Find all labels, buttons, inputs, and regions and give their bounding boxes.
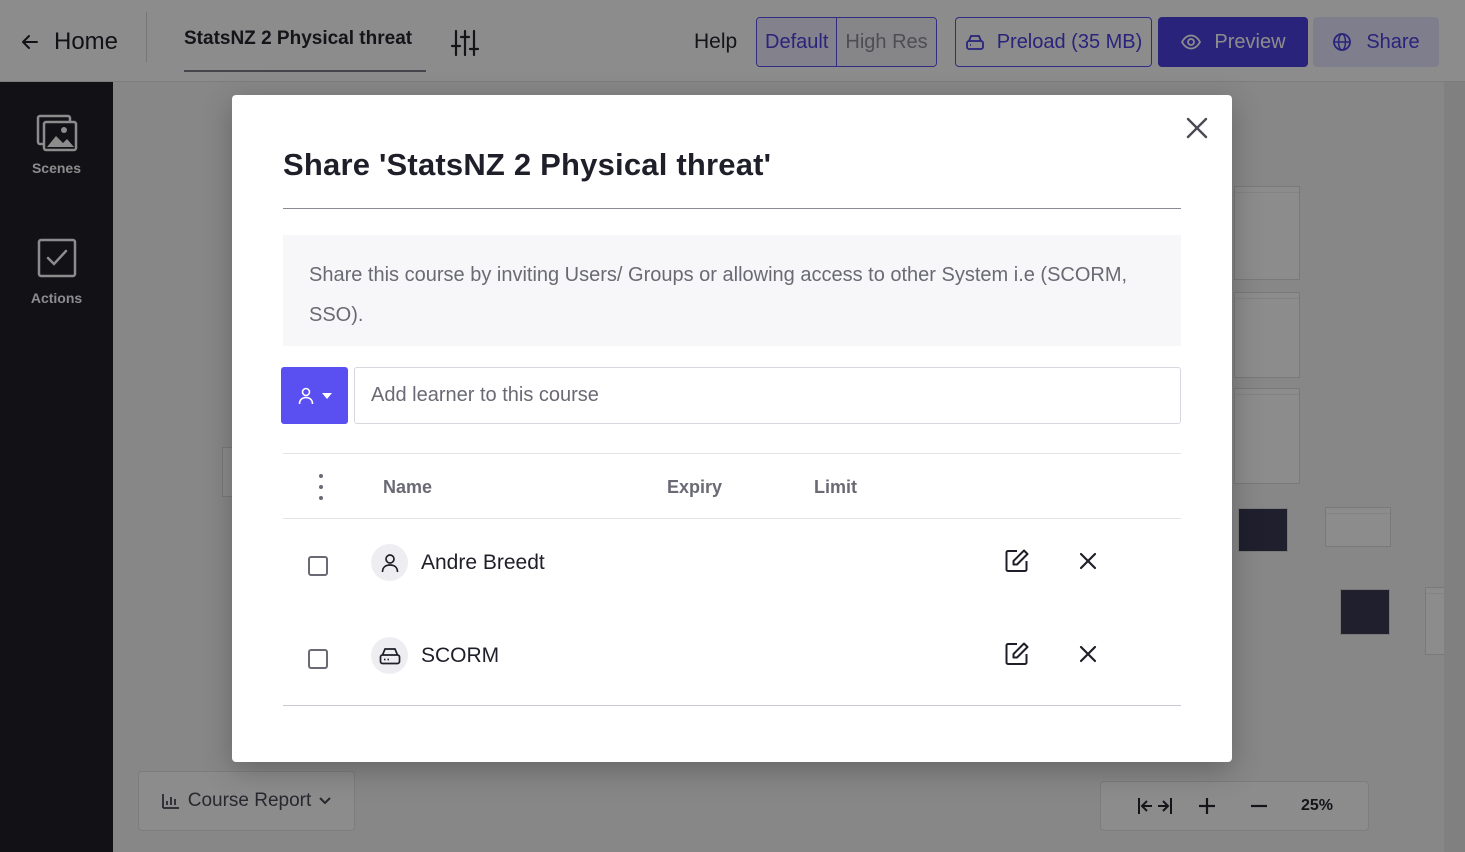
learner-type-dropdown[interactable] (281, 367, 348, 424)
caret-down-icon (321, 392, 332, 399)
row-name: Andre Breedt (421, 551, 545, 574)
avatar (371, 637, 408, 674)
row-name: SCORM (421, 644, 500, 667)
row-checkbox[interactable] (308, 649, 328, 669)
table-row: SCORM (283, 612, 1181, 705)
edit-button[interactable] (1002, 546, 1032, 576)
column-header-name: Name (383, 477, 433, 497)
remove-button[interactable] (1075, 641, 1101, 667)
access-table: Name Expiry Limit Andre Breedt SCORM (283, 453, 1181, 706)
row-checkbox[interactable] (308, 556, 328, 576)
drive-icon (379, 647, 400, 664)
share-dialog: Share 'StatsNZ 2 Physical threat' Share … (232, 95, 1232, 762)
table-row: Andre Breedt (283, 519, 1181, 612)
edit-icon (1005, 549, 1029, 572)
edit-icon (1005, 642, 1029, 665)
share-description: Share this course by inviting Users/ Gro… (283, 235, 1181, 346)
avatar (371, 544, 408, 581)
user-icon (298, 387, 313, 404)
user-icon (381, 553, 398, 572)
dialog-title: Share 'StatsNZ 2 Physical threat' (283, 147, 772, 182)
table-header: Name Expiry Limit (283, 454, 1181, 519)
column-header-expiry: Expiry (667, 477, 723, 497)
close-icon (1079, 645, 1097, 663)
close-icon (1186, 117, 1208, 139)
add-learner-input[interactable] (354, 367, 1181, 424)
more-options-icon[interactable] (311, 474, 331, 500)
divider (283, 208, 1181, 209)
close-icon (1079, 552, 1097, 570)
edit-button[interactable] (1002, 639, 1032, 669)
close-button[interactable] (1180, 111, 1214, 145)
remove-button[interactable] (1075, 548, 1101, 574)
column-header-limit: Limit (814, 477, 857, 497)
